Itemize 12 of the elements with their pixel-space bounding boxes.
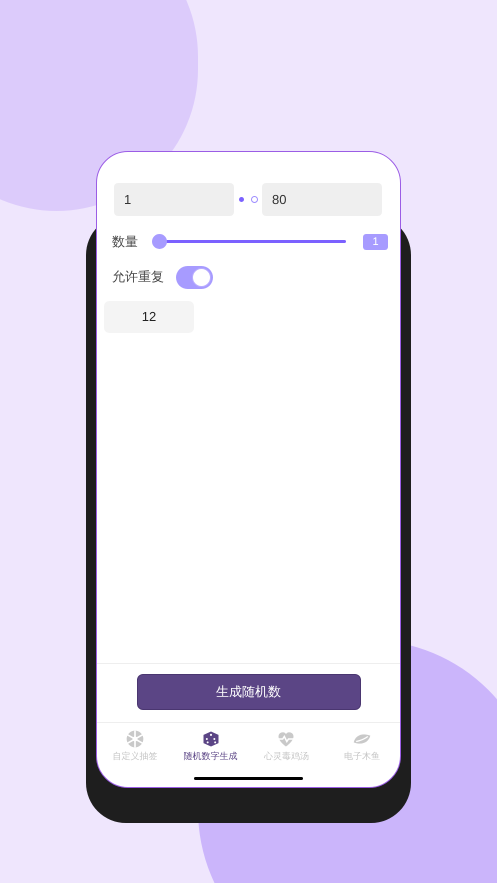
count-label: 数量	[112, 233, 139, 251]
dice-icon	[200, 728, 221, 748]
generate-button[interactable]: 生成随机数	[136, 674, 360, 710]
repeat-label: 允许重复	[112, 268, 165, 286]
wheel-icon	[124, 728, 145, 748]
repeat-toggle[interactable]	[176, 266, 213, 288]
max-input[interactable]: 80	[262, 183, 382, 216]
count-value: 1	[363, 234, 388, 250]
tab[interactable]: 随机数字生成	[172, 728, 248, 763]
result-number: 12	[104, 300, 194, 332]
min-input[interactable]: 1	[114, 183, 234, 216]
slider-thumb[interactable]	[152, 234, 167, 250]
